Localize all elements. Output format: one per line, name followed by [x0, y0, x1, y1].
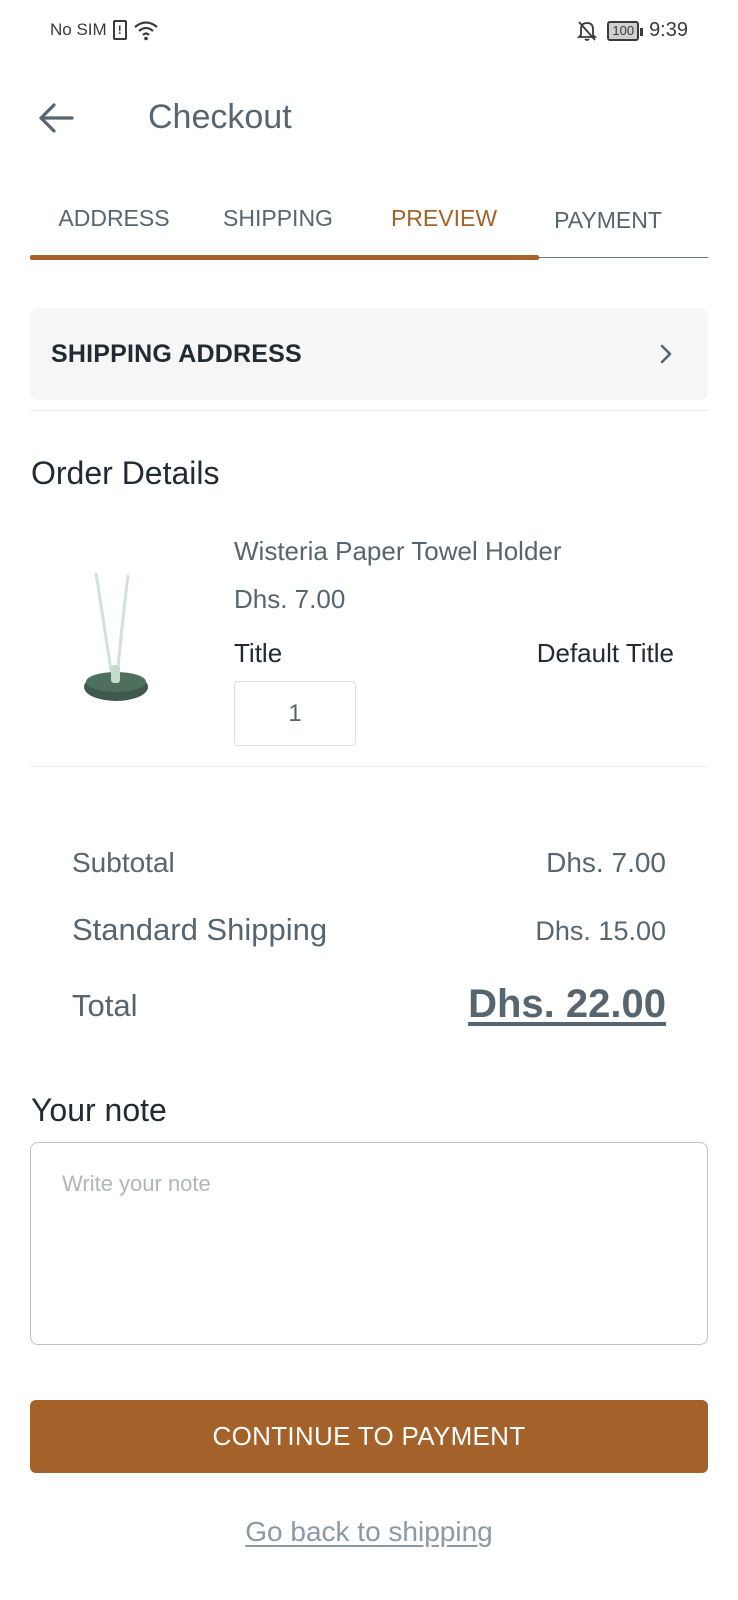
bell-off-icon: [577, 20, 598, 41]
divider: [30, 410, 708, 411]
continue-to-payment-button[interactable]: CONTINUE TO PAYMENT: [30, 1400, 708, 1473]
note-title: Your note: [31, 1092, 167, 1128]
tab-preview[interactable]: PREVIEW: [360, 205, 528, 232]
tab-payment[interactable]: PAYMENT: [524, 207, 692, 234]
battery-icon: 100: [607, 20, 643, 41]
back-to-shipping-link[interactable]: Go back to shipping: [0, 1516, 738, 1548]
total-value: Dhs. 22.00: [468, 982, 666, 1026]
shipping-address-row[interactable]: SHIPPING ADDRESS: [30, 308, 708, 400]
product-price: Dhs. 7.00: [234, 584, 346, 614]
page-title: Checkout: [148, 98, 292, 136]
variant-label: Title: [234, 638, 283, 668]
checkout-steps: ADDRESS SHIPPING PREVIEW PAYMENT: [30, 195, 708, 265]
clock: 9:39: [649, 19, 688, 41]
tab-address[interactable]: ADDRESS: [30, 205, 198, 232]
total-label: Total: [72, 988, 138, 1023]
note-input[interactable]: [30, 1142, 708, 1345]
status-left: No SIM !: [50, 19, 159, 41]
product-name[interactable]: Wisteria Paper Towel Holder: [234, 536, 562, 567]
variant-value: Default Title: [536, 638, 674, 668]
sim-alert-icon: !: [112, 20, 127, 40]
back-arrow-icon: [39, 103, 74, 133]
shipping-address-label: SHIPPING ADDRESS: [51, 340, 302, 368]
steps-progress-bar: [30, 255, 539, 260]
shipping-value: Dhs. 15.00: [535, 916, 666, 946]
chevron-right-icon: [660, 344, 672, 364]
subtotal-label: Subtotal: [72, 847, 175, 878]
tab-shipping[interactable]: SHIPPING: [194, 205, 362, 232]
order-details-title: Order Details: [31, 455, 220, 491]
product-image: [84, 572, 148, 701]
subtotal-value: Dhs. 7.00: [546, 847, 666, 878]
back-button[interactable]: [34, 96, 78, 140]
status-right: 100 9:39: [577, 19, 688, 42]
status-bar: No SIM ! 100 9:39: [0, 0, 738, 62]
shipping-label: Standard Shipping: [72, 912, 328, 947]
carrier-label: No SIM: [50, 20, 107, 39]
quantity-field[interactable]: 1: [234, 681, 356, 746]
wifi-icon: [133, 21, 158, 41]
divider: [30, 766, 708, 767]
